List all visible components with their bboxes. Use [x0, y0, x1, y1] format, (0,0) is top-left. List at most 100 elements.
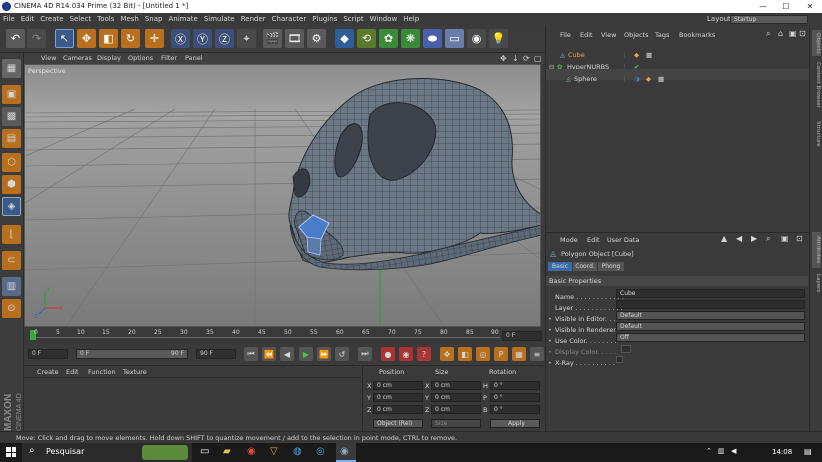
menu-edit[interactable]: Edit [18, 13, 38, 26]
om-home-icon[interactable]: ⌂ [778, 29, 783, 38]
attr-menu-edit[interactable]: Edit [587, 236, 600, 244]
current-frame-field[interactable]: 0 F [502, 331, 542, 341]
snap-icon[interactable]: ⊂ [2, 251, 21, 270]
vp-maximize-icon[interactable]: ▢ [534, 53, 542, 64]
om-menu-edit[interactable]: Edit [580, 31, 593, 39]
light-icon[interactable]: 💡 [489, 29, 508, 48]
key-pla-icon[interactable]: ▦ [512, 347, 526, 361]
attr-search-icon[interactable]: ⌕ [766, 234, 770, 244]
object-name-sphere[interactable]: Sphere [574, 74, 597, 85]
menu-window[interactable]: Window [367, 13, 401, 26]
size-mode-select[interactable]: Size [431, 419, 481, 428]
visible-editor-select[interactable]: Default [616, 311, 805, 320]
attr-back-icon[interactable]: ◀ [736, 234, 742, 243]
pos-y-field[interactable]: 0 cm [373, 393, 423, 402]
move-icon[interactable]: ✥ [77, 29, 96, 48]
display-color-swatch[interactable] [621, 345, 631, 353]
redo-icon[interactable]: ↷ [27, 29, 46, 48]
goto-end-icon[interactable]: ⏭ [358, 347, 372, 361]
mat-menu-function[interactable]: Function [88, 368, 116, 376]
menu-animate[interactable]: Animate [165, 13, 200, 26]
scale-icon[interactable]: ◧ [99, 29, 118, 48]
clock[interactable]: 14:08 [772, 448, 792, 456]
tab-phong[interactable]: Phong [598, 262, 624, 271]
size-z-field[interactable]: 0 cm [431, 405, 481, 414]
attr-lock-icon[interactable]: ▣ [781, 234, 789, 243]
om-menu-objects[interactable]: Objects [624, 31, 649, 39]
menu-file[interactable]: File [0, 13, 18, 26]
tab-basic[interactable]: Basic [548, 262, 572, 271]
points-mode-icon[interactable]: ⬡ [2, 153, 21, 172]
spline-icon[interactable]: ⟲ [357, 29, 376, 48]
menu-select[interactable]: Select [67, 13, 95, 26]
vp-zoom-icon[interactable]: ↓ [512, 53, 519, 64]
undo-icon[interactable]: ↶ [6, 29, 25, 48]
end-frame-field[interactable]: 90 F [196, 349, 236, 359]
make-editable-icon[interactable]: ▦ [2, 59, 21, 78]
menu-tools[interactable]: Tools [94, 13, 117, 26]
menu-help[interactable]: Help [400, 13, 422, 26]
rotate-icon[interactable]: ↻ [121, 29, 140, 48]
vp-menu-cameras[interactable]: Cameras [63, 53, 92, 64]
render-settings-icon[interactable]: ⚙ [307, 29, 326, 48]
lock-workplane-icon[interactable]: ⊙ [2, 299, 21, 318]
texture-mode-icon[interactable]: ▩ [2, 107, 21, 126]
record-icon[interactable]: ● [381, 347, 395, 361]
workplane-icon[interactable]: ▤ [2, 129, 21, 148]
vp-move-icon[interactable]: ✥ [500, 53, 507, 64]
size-x-field[interactable]: 0 cm [431, 381, 481, 390]
menu-script[interactable]: Script [340, 13, 366, 26]
om-new-icon[interactable]: ⊡ [799, 29, 806, 38]
cinema4d-task-button[interactable]: ◉ [336, 443, 356, 462]
prev-key-icon[interactable]: ⏪ [262, 347, 276, 361]
rot-p-field[interactable]: 0 ° [490, 393, 540, 402]
autokey-icon[interactable]: ◉ [399, 347, 413, 361]
prop-name-field[interactable]: Cube [616, 289, 805, 298]
attr-menu-userdata[interactable]: User Data [607, 236, 639, 244]
key-position-icon[interactable]: ✥ [440, 347, 454, 361]
mat-menu-edit[interactable]: Edit [66, 368, 79, 376]
side-tab-content-browser[interactable]: Content Browser [812, 60, 821, 110]
prev-frame-icon[interactable]: ◀ [280, 347, 294, 361]
attr-forward-icon[interactable]: ▶ [751, 234, 757, 243]
attr-menu-mode[interactable]: Mode [560, 236, 578, 244]
tray-chevron-icon[interactable]: ⌃ [706, 447, 712, 455]
pos-z-field[interactable]: 0 cm [373, 405, 423, 414]
maximize-button[interactable]: ☐ [775, 0, 797, 13]
om-lock-icon[interactable]: ▣ [789, 29, 797, 38]
object-row-hypernurbs[interactable]: ⊟ ✿ HyperNURBS ⋮ ✔ [546, 57, 810, 71]
play-icon[interactable]: ▶ [299, 347, 313, 361]
cube-primitive-icon[interactable]: ◆ [335, 29, 354, 48]
deformer-icon[interactable]: ⬬ [423, 29, 442, 48]
sphere-visibility-icon[interactable]: ⋮ [621, 74, 628, 85]
range-slider[interactable]: 0 F 90 F [76, 349, 188, 359]
menu-create[interactable]: Create [37, 13, 66, 26]
vp-menu-display[interactable]: Display [97, 53, 121, 64]
key-rotation-icon[interactable]: ◎ [476, 347, 490, 361]
tab-coord[interactable]: Coord. [573, 262, 597, 271]
attr-new-icon[interactable]: ⊡ [796, 234, 803, 243]
use-color-select[interactable]: Off [616, 333, 805, 342]
key-param-icon[interactable]: P [494, 347, 508, 361]
key-scale-icon[interactable]: ◧ [458, 347, 472, 361]
side-tab-layers[interactable]: Layers [812, 272, 821, 294]
next-frame-icon[interactable]: ⏩ [317, 347, 331, 361]
app-icon-triangle[interactable]: ▽ [270, 446, 278, 457]
apply-button[interactable]: Apply [490, 419, 540, 428]
x-axis-icon[interactable]: Ⓧ [171, 29, 190, 48]
floor-icon[interactable]: ▭ [445, 29, 464, 48]
timeline[interactable]: 0 5 10 15 20 25 30 35 40 45 50 55 60 65 … [24, 327, 544, 346]
side-tab-attributes[interactable]: Attributes [812, 232, 821, 268]
vp-menu-filter[interactable]: Filter [161, 53, 177, 64]
app-icon-store[interactable]: ◎ [316, 446, 325, 457]
object-row-sphere[interactable]: ◬ Sphere ⋮ ◑ ◆ ▩ [546, 69, 810, 83]
side-tab-structure[interactable]: Structure [812, 116, 821, 152]
y-axis-icon[interactable]: Ⓨ [193, 29, 212, 48]
axis-mode-icon[interactable]: ⌊ [2, 225, 21, 244]
chrome-icon[interactable]: ◉ [247, 446, 256, 457]
viewport[interactable]: Y X Z Perspective [24, 64, 541, 327]
task-view-icon[interactable]: ▭ [200, 446, 209, 457]
side-tab-objects[interactable]: Objects [812, 30, 821, 56]
render-picture-viewer-icon[interactable]: 🎞 [285, 29, 304, 48]
vp-menu-panel[interactable]: Panel [185, 53, 203, 64]
